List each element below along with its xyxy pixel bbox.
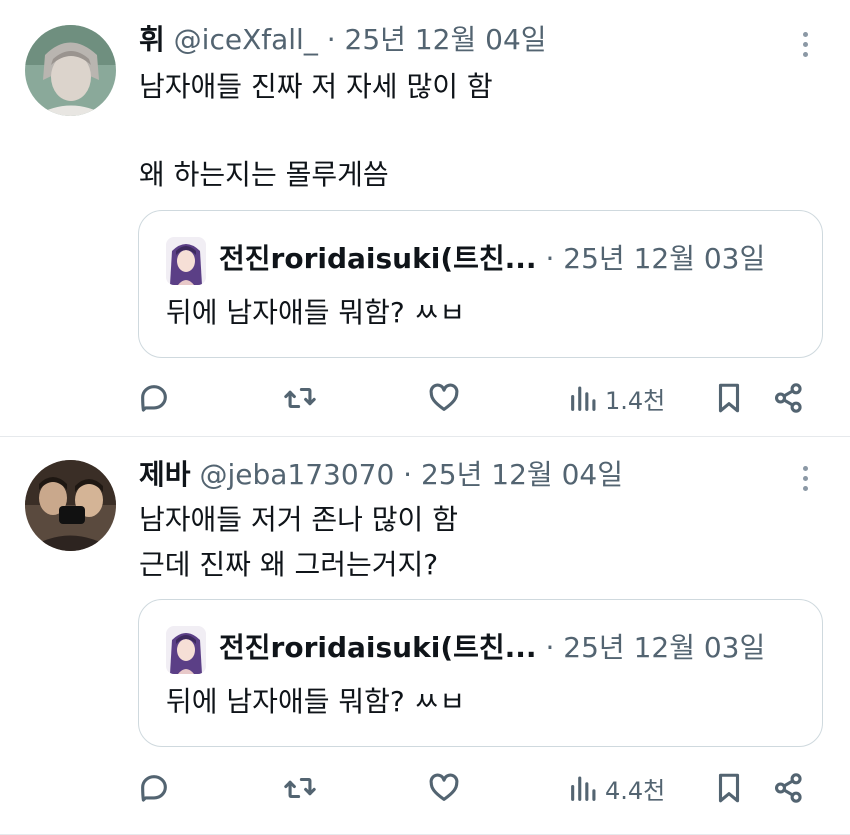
tweet-header: 제바 @jeba173070 · 25년 12월 04일 [139, 455, 623, 495]
views-button[interactable]: 4.4천 [567, 768, 665, 808]
avatar-image [25, 25, 116, 116]
more-options-icon[interactable] [790, 458, 820, 498]
display-name[interactable]: 제바 [139, 458, 191, 491]
avatar[interactable] [25, 25, 116, 116]
quoted-text: 뒤에 남자애들 뭐함? ㅆㅂ [166, 296, 466, 329]
more-options-icon[interactable] [790, 24, 820, 64]
tweet-date[interactable]: 25년 12월 04일 [421, 458, 623, 491]
quoted-date[interactable]: 25년 12월 03일 [563, 242, 765, 275]
tweet-text-line: 남자애들 저거 존나 많이 함 [139, 503, 458, 536]
display-name[interactable]: 휘 [139, 23, 165, 56]
share-icon [774, 773, 802, 803]
heart-icon [429, 773, 459, 801]
quoted-header: 전진roridaisuki(트친... · 25년 12월 03일 [219, 239, 765, 279]
quoted-tweet[interactable]: 전진roridaisuki(트친... · 25년 12월 03일 뒤에 남자애… [138, 599, 823, 747]
action-bar: 1.4천 [0, 378, 850, 418]
bookmark-icon [718, 773, 740, 803]
views-button[interactable]: 1.4천 [567, 378, 665, 418]
separator-dot: · [326, 23, 336, 56]
views-chart-icon [571, 776, 596, 801]
quoted-avatar[interactable] [166, 626, 206, 674]
quoted-header: 전진roridaisuki(트친... · 25년 12월 03일 [219, 628, 765, 668]
quoted-date[interactable]: 25년 12월 03일 [563, 631, 765, 664]
quoted-tweet[interactable]: 전진roridaisuki(트친... · 25년 12월 03일 뒤에 남자애… [138, 210, 823, 358]
quoted-display-name[interactable]: 전진roridaisuki(트친... [219, 631, 537, 664]
bookmark-icon [718, 383, 740, 413]
retweet-button[interactable] [283, 378, 317, 418]
avatar[interactable] [25, 460, 116, 551]
avatar-image [25, 460, 116, 551]
reply-icon [141, 775, 167, 802]
bookmark-button[interactable] [712, 378, 746, 418]
share-button[interactable] [772, 768, 806, 808]
tweet[interactable]: 휘 @iceXfall_ · 25년 12월 04일 남자애들 진짜 저 자세 … [0, 0, 850, 437]
share-button[interactable] [772, 378, 806, 418]
reply-button[interactable] [137, 378, 171, 418]
views-count: 4.4천 [605, 776, 666, 805]
reply-button[interactable] [137, 768, 171, 808]
quoted-avatar[interactable] [166, 237, 206, 285]
tweet[interactable]: 제바 @jeba173070 · 25년 12월 04일 남자애들 저거 존나 … [0, 438, 850, 835]
tweet-text-line: 왜 하는지는 몰루게씀 [139, 158, 389, 191]
heart-icon [429, 383, 459, 411]
reply-icon [141, 385, 167, 412]
quoted-avatar-image [166, 626, 206, 674]
retweet-button[interactable] [283, 768, 317, 808]
retweet-icon [284, 387, 316, 409]
user-handle[interactable]: @jeba173070 [199, 458, 394, 491]
views-count: 1.4천 [605, 386, 666, 415]
quoted-text: 뒤에 남자애들 뭐함? ㅆㅂ [166, 685, 466, 718]
share-icon [774, 383, 802, 413]
views-chart-icon [571, 386, 596, 411]
action-bar: 4.4천 [0, 768, 850, 808]
user-handle[interactable]: @iceXfall_ [174, 23, 318, 56]
retweet-icon [284, 777, 316, 799]
like-button[interactable] [427, 768, 461, 808]
tweet-date[interactable]: 25년 12월 04일 [345, 23, 547, 56]
tweet-text-line: 남자애들 진짜 저 자세 많이 함 [139, 70, 493, 103]
separator-dot: · [545, 242, 555, 275]
like-button[interactable] [427, 378, 461, 418]
separator-dot: · [403, 458, 413, 491]
tweet-text-line: 근데 진짜 왜 그러는거지? [139, 548, 439, 581]
bookmark-button[interactable] [712, 768, 746, 808]
quoted-avatar-image [166, 237, 206, 285]
quoted-display-name[interactable]: 전진roridaisuki(트친... [219, 242, 537, 275]
tweet-header: 휘 @iceXfall_ · 25년 12월 04일 [139, 20, 547, 60]
separator-dot: · [545, 631, 555, 664]
